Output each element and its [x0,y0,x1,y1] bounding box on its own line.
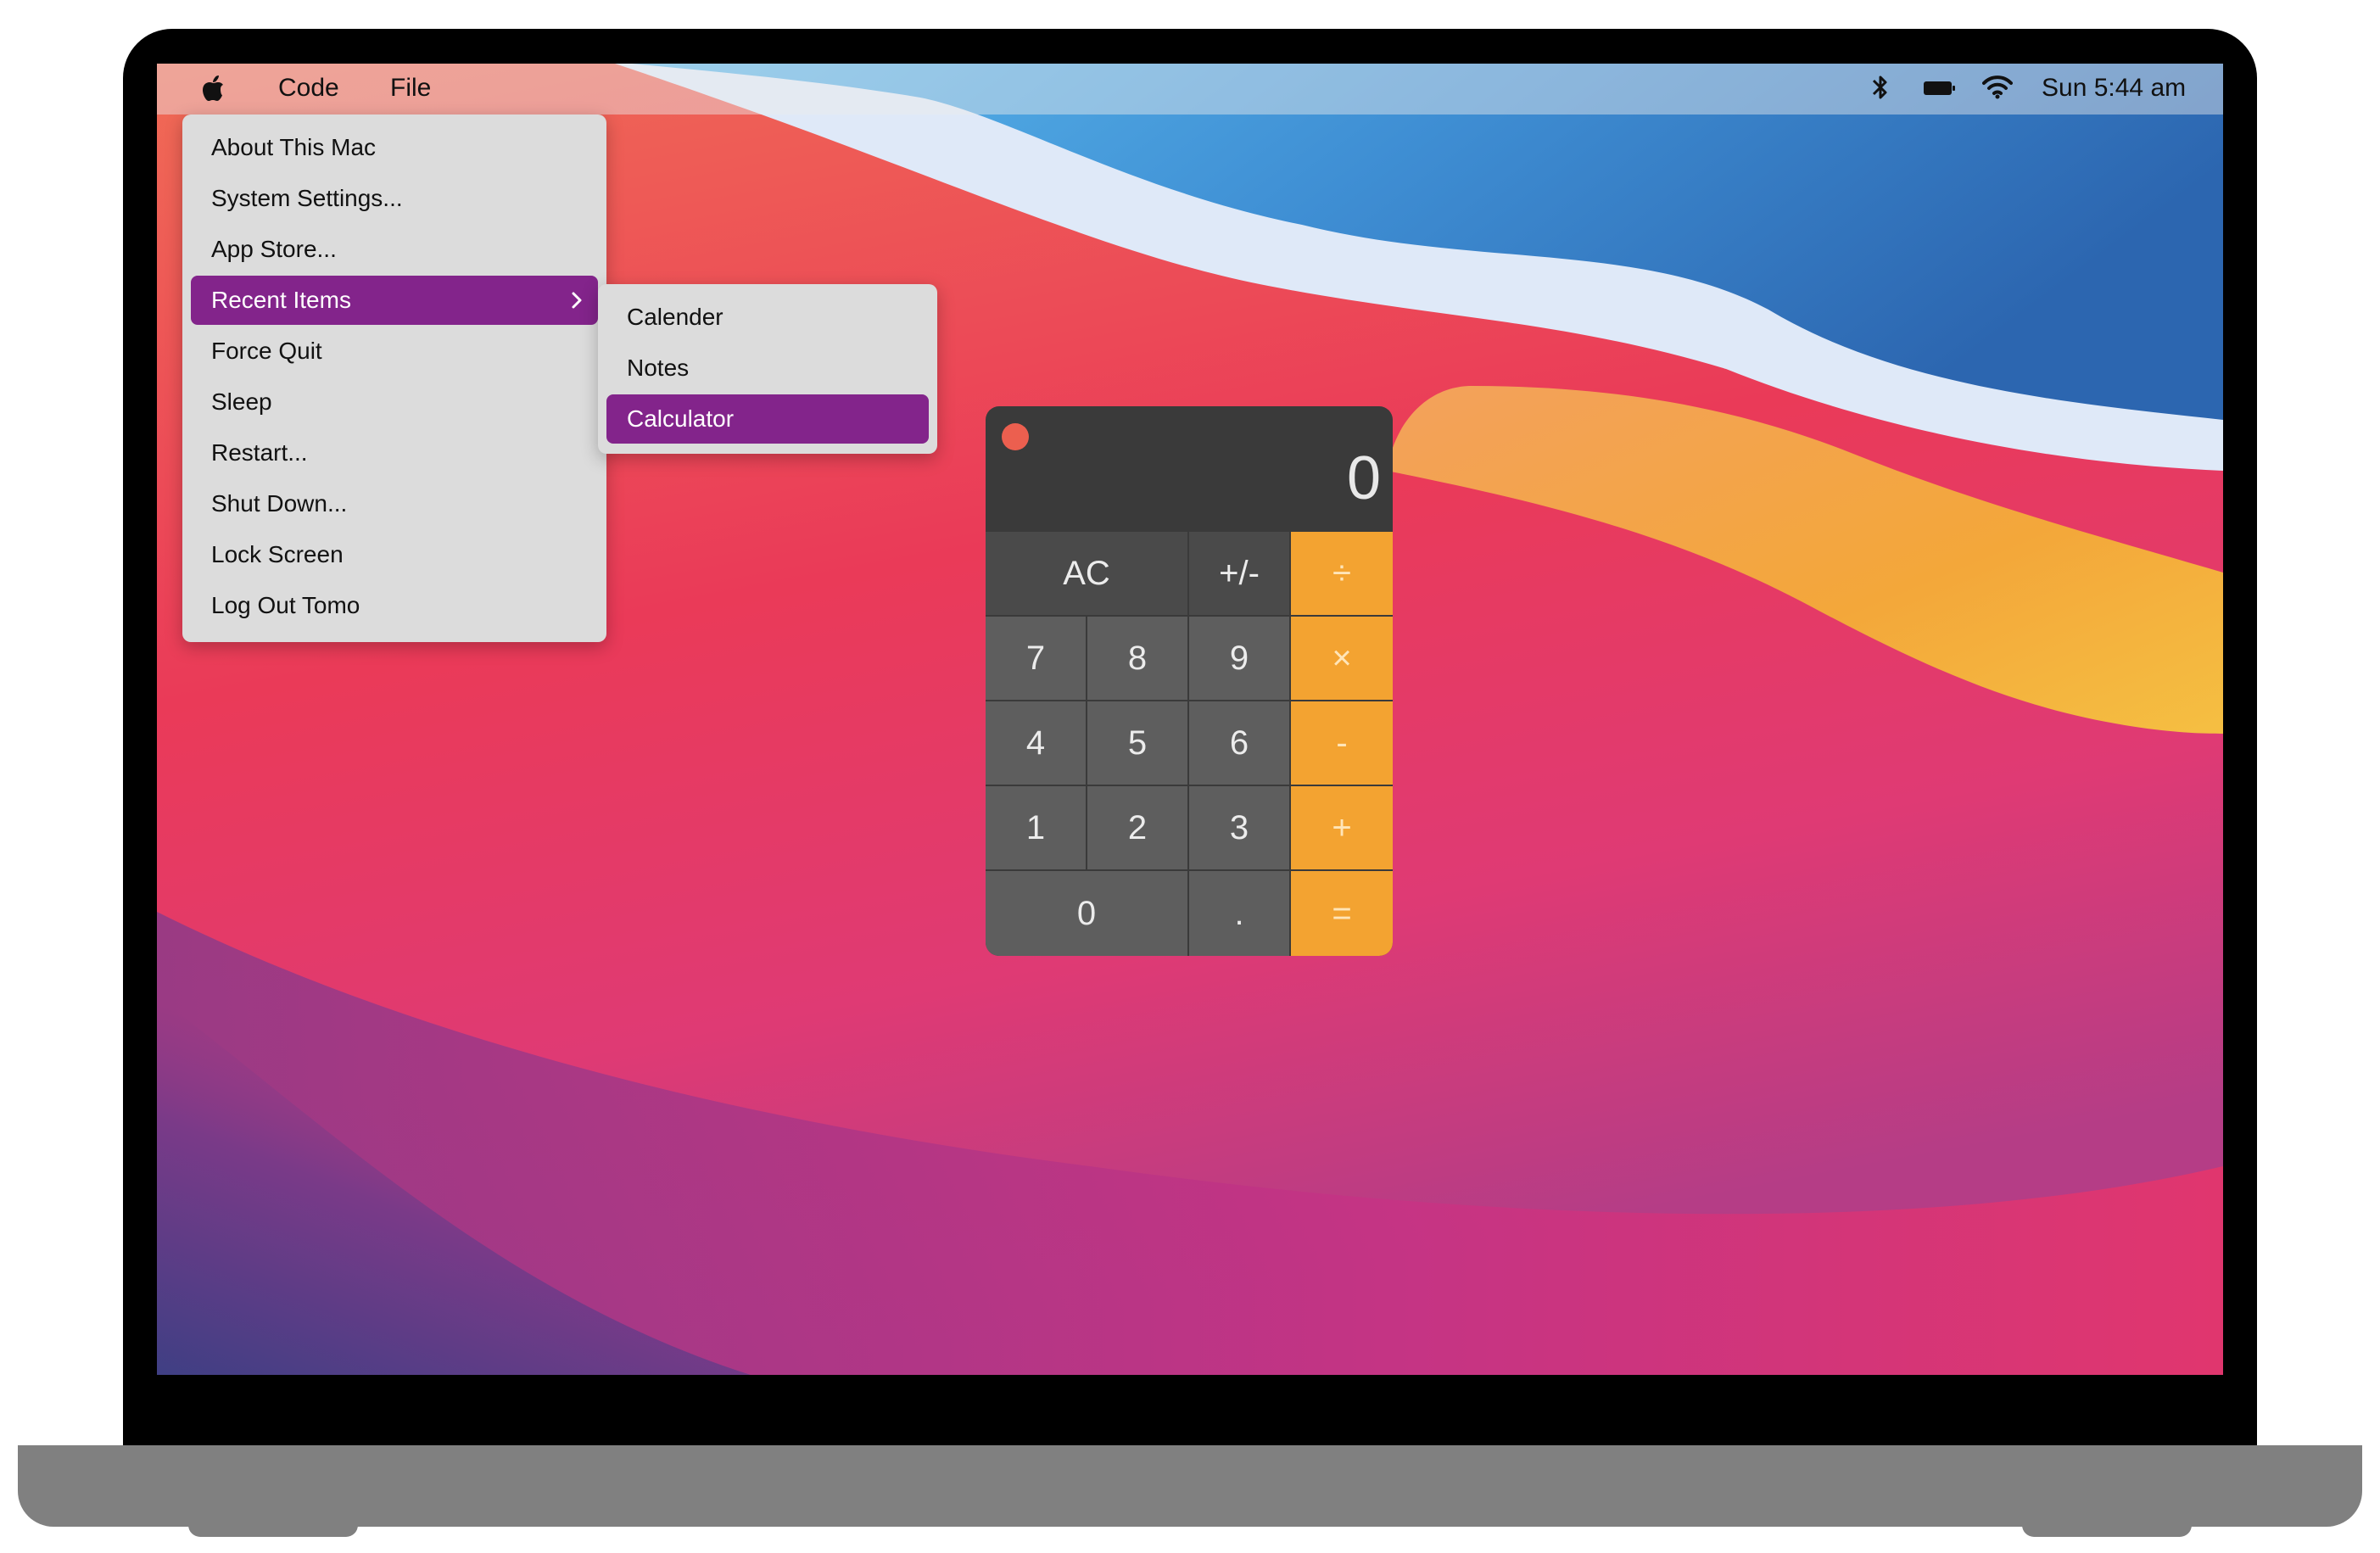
submenu-item-calender[interactable]: Calender [606,293,929,342]
submenu-item-calculator[interactable]: Calculator [606,394,929,444]
key-9[interactable]: 9 [1189,617,1289,700]
desktop-screen: Code File Sun 5:44 am About This Mac Sys… [157,64,2223,1375]
calculator-window: 0 AC +/- ÷ 7 8 9 × 4 5 6 - 1 2 3 + 0 . = [986,406,1393,956]
menu-item-recent-items[interactable]: Recent Items [191,276,598,325]
apple-icon[interactable] [201,75,225,102]
menu-item-system-settings[interactable]: System Settings... [191,174,598,223]
key-8[interactable]: 8 [1087,617,1187,700]
battery-icon[interactable] [1923,79,1957,98]
key-plus[interactable]: + [1291,786,1393,869]
menu-item-sleep[interactable]: Sleep [191,377,598,427]
menu-item-log-out[interactable]: Log Out Tomo [191,581,598,630]
key-decimal[interactable]: . [1189,871,1289,956]
laptop-base [18,1445,2362,1527]
menu-app-name[interactable]: Code [278,74,339,103]
menu-file[interactable]: File [390,74,431,103]
key-4[interactable]: 4 [986,701,1086,785]
bluetooth-icon[interactable] [1869,72,1892,103]
laptop-foot-left [188,1525,358,1537]
submenu-item-notes[interactable]: Notes [606,344,929,393]
recent-items-submenu: Calender Notes Calculator [598,284,937,454]
laptop-foot-right [2022,1525,2192,1537]
apple-menu: About This Mac System Settings... App St… [182,115,606,642]
menu-clock[interactable]: Sun 5:44 am [2042,74,2186,103]
menu-item-label: Recent Items [211,287,351,313]
wifi-icon[interactable] [1982,75,2013,100]
key-2[interactable]: 2 [1087,786,1187,869]
key-3[interactable]: 3 [1189,786,1289,869]
menu-item-shut-down[interactable]: Shut Down... [191,479,598,528]
key-multiply[interactable]: × [1291,617,1393,700]
key-minus[interactable]: - [1291,701,1393,785]
menu-bar: Code File Sun 5:44 am [157,64,2223,115]
menu-item-about-this-mac[interactable]: About This Mac [191,123,598,172]
menu-item-app-store[interactable]: App Store... [191,225,598,274]
menu-item-lock-screen[interactable]: Lock Screen [191,530,598,579]
key-7[interactable]: 7 [986,617,1086,700]
key-6[interactable]: 6 [1189,701,1289,785]
chevron-right-icon [572,292,582,309]
key-all-clear[interactable]: AC [986,532,1187,615]
key-0[interactable]: 0 [986,871,1187,956]
menu-item-force-quit[interactable]: Force Quit [191,327,598,376]
menu-item-restart[interactable]: Restart... [191,428,598,478]
close-button[interactable] [1002,423,1029,450]
key-5[interactable]: 5 [1087,701,1187,785]
key-sign-toggle[interactable]: +/- [1189,532,1289,615]
key-divide[interactable]: ÷ [1291,532,1393,615]
calculator-display: 0 [1346,444,1381,512]
key-equals[interactable]: = [1291,871,1393,956]
key-1[interactable]: 1 [986,786,1086,869]
